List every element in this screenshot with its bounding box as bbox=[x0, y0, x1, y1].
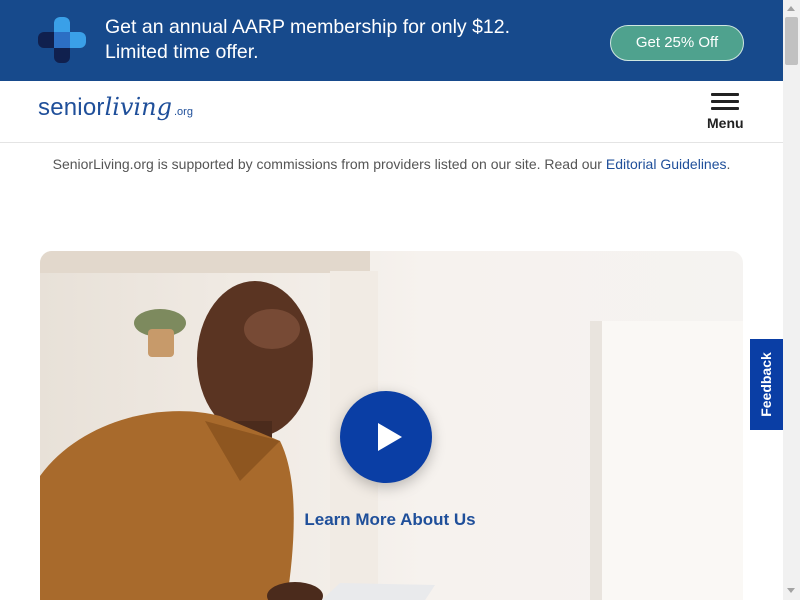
hero-video[interactable]: Learn More About Us bbox=[40, 251, 743, 600]
hamburger-icon bbox=[711, 100, 739, 103]
promo-line-1: Get an annual AARP membership for only $… bbox=[105, 16, 511, 38]
menu-button[interactable]: Menu bbox=[706, 93, 746, 133]
site-header: seniorliving .org Menu bbox=[0, 81, 783, 143]
promo-text: Get an annual AARP membership for only $… bbox=[105, 15, 510, 65]
learn-more-link[interactable]: Learn More About Us bbox=[290, 510, 490, 530]
vertical-scrollbar[interactable] bbox=[783, 0, 800, 600]
menu-label: Menu bbox=[707, 115, 744, 131]
logo-script: living bbox=[104, 93, 172, 121]
scroll-up-arrow-icon[interactable] bbox=[787, 6, 795, 11]
plus-cross-icon bbox=[38, 17, 86, 63]
disclaimer-text: SeniorLiving.org is supported by commiss… bbox=[52, 156, 606, 172]
disclaimer-end: . bbox=[726, 156, 731, 172]
scroll-down-arrow-icon[interactable] bbox=[787, 588, 795, 593]
affiliate-disclaimer: SeniorLiving.org is supported by commiss… bbox=[40, 154, 743, 175]
feedback-label: Feedback bbox=[758, 352, 774, 417]
promo-line-2: Limited time offer. bbox=[105, 41, 259, 63]
promo-banner: Get an annual AARP membership for only $… bbox=[0, 0, 783, 81]
hamburger-icon bbox=[711, 93, 739, 96]
get-discount-button[interactable]: Get 25% Off bbox=[610, 25, 744, 61]
play-icon bbox=[378, 423, 402, 451]
site-logo[interactable]: seniorliving .org bbox=[38, 93, 193, 122]
logo-prefix: senior bbox=[38, 94, 105, 121]
logo-suffix: .org bbox=[173, 106, 193, 118]
scrollbar-thumb[interactable] bbox=[785, 17, 798, 65]
feedback-tab[interactable]: Feedback bbox=[750, 339, 783, 430]
editorial-guidelines-link[interactable]: Editorial Guidelines bbox=[606, 156, 727, 172]
play-button[interactable] bbox=[340, 391, 432, 483]
page: Get an annual AARP membership for only $… bbox=[0, 0, 783, 600]
hamburger-icon bbox=[711, 107, 739, 110]
